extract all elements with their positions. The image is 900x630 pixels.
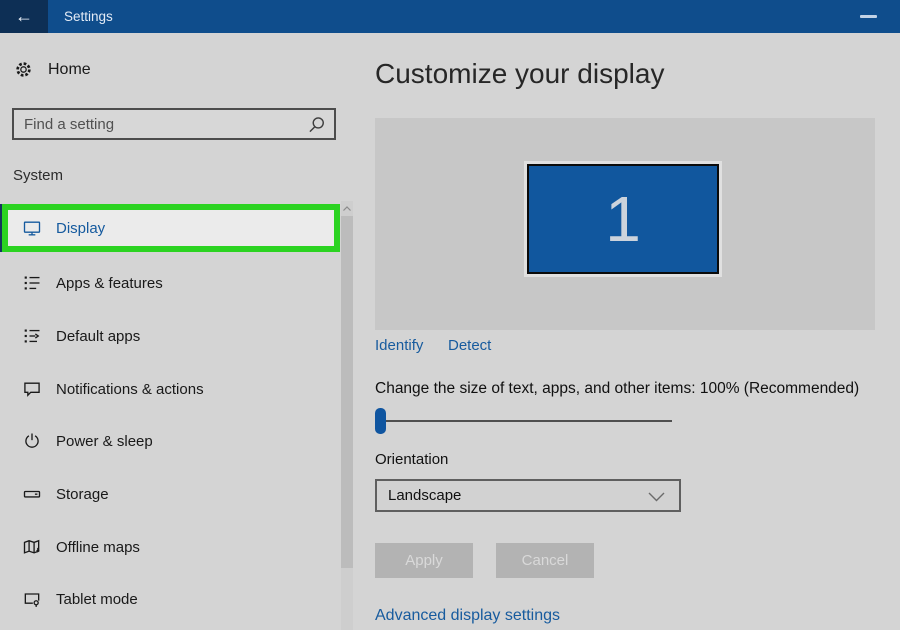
scrollbar-thumb[interactable] bbox=[341, 216, 353, 568]
search-input[interactable] bbox=[14, 110, 334, 138]
settings-window: ← Settings Home Find a setting System Di… bbox=[0, 0, 900, 630]
section-header-system: System bbox=[13, 167, 64, 184]
sidebar-item-notifications[interactable]: Notifications & actions bbox=[0, 369, 340, 409]
monitor-number: 1 bbox=[605, 183, 641, 255]
display-preview-area: 1 bbox=[375, 118, 875, 330]
main-content: Customize your display 1 Identify Detect… bbox=[354, 33, 900, 630]
drive-icon bbox=[22, 484, 42, 504]
sidebar-item-label: Home bbox=[48, 60, 91, 78]
sidebar-item-label: Apps & features bbox=[56, 274, 163, 292]
orientation-dropdown[interactable]: Landscape bbox=[375, 479, 681, 512]
sidebar-item-label: Notifications & actions bbox=[56, 380, 204, 398]
back-button[interactable]: ← bbox=[0, 0, 48, 33]
window-title: Settings bbox=[64, 9, 113, 24]
sidebar-item-power-sleep[interactable]: Power & sleep bbox=[0, 421, 340, 461]
sidebar-item-offline-maps[interactable]: Offline maps bbox=[0, 527, 340, 567]
sidebar-item-label: Power & sleep bbox=[56, 432, 153, 450]
detect-link[interactable]: Detect bbox=[448, 337, 491, 354]
titlebar: ← Settings bbox=[0, 0, 900, 33]
map-icon bbox=[22, 537, 42, 557]
slider-thumb[interactable] bbox=[375, 408, 386, 434]
minimize-icon bbox=[859, 15, 877, 18]
scale-slider-label: Change the size of text, apps, and other… bbox=[375, 380, 860, 397]
tablet-icon bbox=[22, 589, 42, 609]
sidebar-item-label: Display bbox=[56, 219, 106, 237]
power-icon bbox=[22, 431, 42, 451]
sidebar-item-tablet-mode[interactable]: Tablet mode bbox=[0, 579, 340, 619]
speech-bubble-icon bbox=[22, 379, 42, 399]
search-box bbox=[12, 108, 336, 140]
apps-list-icon bbox=[22, 273, 42, 293]
chevron-down-icon bbox=[648, 492, 665, 502]
orientation-label: Orientation bbox=[375, 451, 449, 468]
search-icon[interactable] bbox=[307, 115, 327, 135]
apply-button[interactable]: Apply bbox=[375, 543, 473, 578]
scale-slider[interactable] bbox=[375, 407, 672, 435]
slider-track[interactable] bbox=[375, 420, 672, 422]
sidebar-item-apps-features[interactable]: Apps & features bbox=[0, 263, 340, 303]
default-apps-icon bbox=[22, 326, 42, 346]
scrollbar-up-arrow-icon[interactable] bbox=[341, 201, 353, 215]
orientation-selected-value: Landscape bbox=[388, 487, 462, 504]
sidebar-item-label: Storage bbox=[56, 485, 109, 503]
sidebar-item-storage[interactable]: Storage bbox=[0, 474, 340, 514]
monitor-1-preview[interactable]: 1 bbox=[524, 161, 722, 277]
page-title: Customize your display bbox=[375, 58, 665, 89]
back-arrow-icon: ← bbox=[15, 6, 33, 26]
monitor-icon bbox=[22, 218, 42, 238]
sidebar: Home System Display bbox=[0, 33, 354, 630]
sidebar-scrollbar[interactable] bbox=[341, 201, 353, 630]
gear-icon bbox=[14, 60, 33, 79]
cancel-button[interactable]: Cancel bbox=[496, 543, 594, 578]
minimize-button[interactable] bbox=[848, 0, 888, 33]
identify-link[interactable]: Identify bbox=[375, 337, 423, 354]
sidebar-item-display[interactable]: Display bbox=[8, 210, 334, 246]
screen-edge-artifact bbox=[0, 204, 3, 252]
sidebar-item-home[interactable]: Home bbox=[14, 60, 91, 79]
sidebar-item-default-apps[interactable]: Default apps bbox=[0, 316, 340, 356]
sidebar-item-label: Offline maps bbox=[56, 538, 140, 556]
sidebar-item-label: Default apps bbox=[56, 327, 141, 345]
advanced-display-settings-link[interactable]: Advanced display settings bbox=[375, 607, 560, 625]
sidebar-item-label: Tablet mode bbox=[56, 590, 138, 608]
